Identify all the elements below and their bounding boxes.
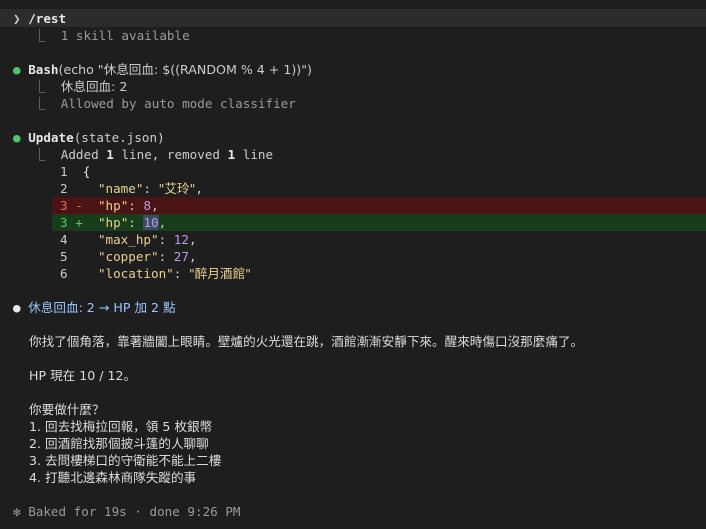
json-key: "name" [97, 181, 144, 196]
assistant-headline: ● 休息回血: 2 → HP 加 2 點 [13, 299, 176, 316]
json-tail: , [151, 198, 159, 213]
summary-suffix: line [235, 147, 274, 162]
update-summary: ⎿ Added 1 line, removed 1 line [33, 146, 273, 163]
bash-note-text: Allowed by auto mode classifier [60, 96, 296, 111]
line-number: 3 [60, 215, 68, 230]
prompt-line: ❯ /rest [13, 10, 66, 27]
json-value: 8 [143, 198, 152, 213]
json-key: "hp" [97, 198, 129, 213]
status-dot-icon: ● [13, 130, 21, 145]
message-dot-icon: ● [13, 300, 21, 315]
update-tool-name: Update [28, 130, 74, 145]
json-tail: , [158, 215, 167, 230]
option-item: 3. 去問樓梯口的守衛能不能上二樓 [29, 453, 222, 468]
summary-mid: line, removed [113, 147, 228, 162]
line-number: 5 [60, 249, 68, 264]
json-value: "艾玲" [158, 181, 196, 196]
status-dot-icon: ● [13, 62, 21, 77]
tree-elbow-icon: ⎿ [33, 147, 46, 162]
json-tail: , [188, 249, 197, 264]
question: 你要做什麼？ [29, 402, 105, 417]
update-tool-args: (state.json) [73, 130, 165, 145]
diff-line: 5 "copper": 27, [60, 249, 197, 264]
line-number: 3 [60, 198, 68, 213]
json-value: 10 [143, 215, 159, 230]
headline-text: 休息回血: 2 → HP 加 2 點 [28, 300, 176, 315]
narrative-paragraph: 你找了個角落，靠著牆闔上眼睛。壁爐的火光還在跳，酒館漸漸安靜下來。醒來時傷口沒那… [29, 334, 584, 349]
command-text: /rest [28, 11, 67, 26]
footer-status: ✻ Baked for 19s · done 9:26 PM [13, 503, 241, 520]
chevron-right-icon: ❯ [13, 11, 21, 26]
json-value: "醉月酒館" [188, 266, 251, 281]
bash-tool-args: (echo "休息回血: $((RANDOM % 4 + 1))") [58, 62, 312, 77]
tree-elbow-icon: ⎿ [33, 79, 46, 94]
json-key: "max_hp" [97, 232, 159, 247]
json-tail: , [195, 181, 203, 196]
bash-tool-name: Bash [28, 62, 59, 77]
hp-status: HP 現在 10 / 12。 [29, 368, 137, 383]
diff-line: 6 "location": "醉月酒館" [60, 266, 251, 281]
diff-line: 2 "name": "艾玲", [60, 181, 203, 196]
line-number: 4 [60, 232, 68, 247]
json-tail: , [188, 232, 197, 247]
diff-line-removed: 3 - "hp": 8, [60, 198, 159, 213]
footer-text: Baked for 19s · done 9:26 PM [28, 504, 241, 519]
diff-line-added: 3 + "hp": 10, [60, 215, 167, 230]
bash-note: ⎿ Allowed by auto mode classifier [33, 95, 296, 112]
json-key: "location" [97, 266, 174, 281]
command-result: ⎿ 1 skill available [33, 27, 190, 44]
json-value: 12 [173, 232, 189, 247]
bash-tool-call[interactable]: ● Bash(echo "休息回血: $((RANDOM % 4 + 1))") [13, 61, 312, 78]
line-number: 6 [60, 266, 68, 281]
json-key: "copper" [97, 249, 159, 264]
tree-elbow-icon: ⎿ [33, 28, 46, 43]
line-number: 1 [60, 164, 68, 179]
diff-mark: + [75, 215, 83, 230]
line-number: 2 [60, 181, 68, 196]
summary-prefix: Added [60, 147, 107, 162]
option-item: 2. 回酒館找那個披斗篷的人聊聊 [29, 436, 209, 451]
asterisk-icon: ✻ [13, 504, 21, 519]
tree-elbow-icon: ⎿ [33, 96, 46, 111]
bash-output: ⎿ 休息回血: 2 [33, 78, 127, 95]
prompt-bar [0, 9, 706, 27]
option-item: 1. 回去找梅拉回報，領 5 枚銀幣 [29, 419, 213, 434]
json-key: "hp" [97, 215, 129, 230]
option-item: 4. 打聽北邊森林商隊失蹤的事 [29, 470, 197, 485]
command-result-text: 1 skill available [60, 28, 190, 43]
bash-output-text: 休息回血: 2 [60, 79, 128, 94]
json-value: 27 [173, 249, 189, 264]
diff-line: 4 "max_hp": 12, [60, 232, 197, 247]
diff-line: 1 { [60, 163, 90, 180]
line-code: { [82, 164, 91, 179]
added-count: 1 [106, 147, 114, 162]
diff-mark: - [75, 198, 83, 213]
update-tool-call[interactable]: ● Update(state.json) [13, 129, 165, 146]
